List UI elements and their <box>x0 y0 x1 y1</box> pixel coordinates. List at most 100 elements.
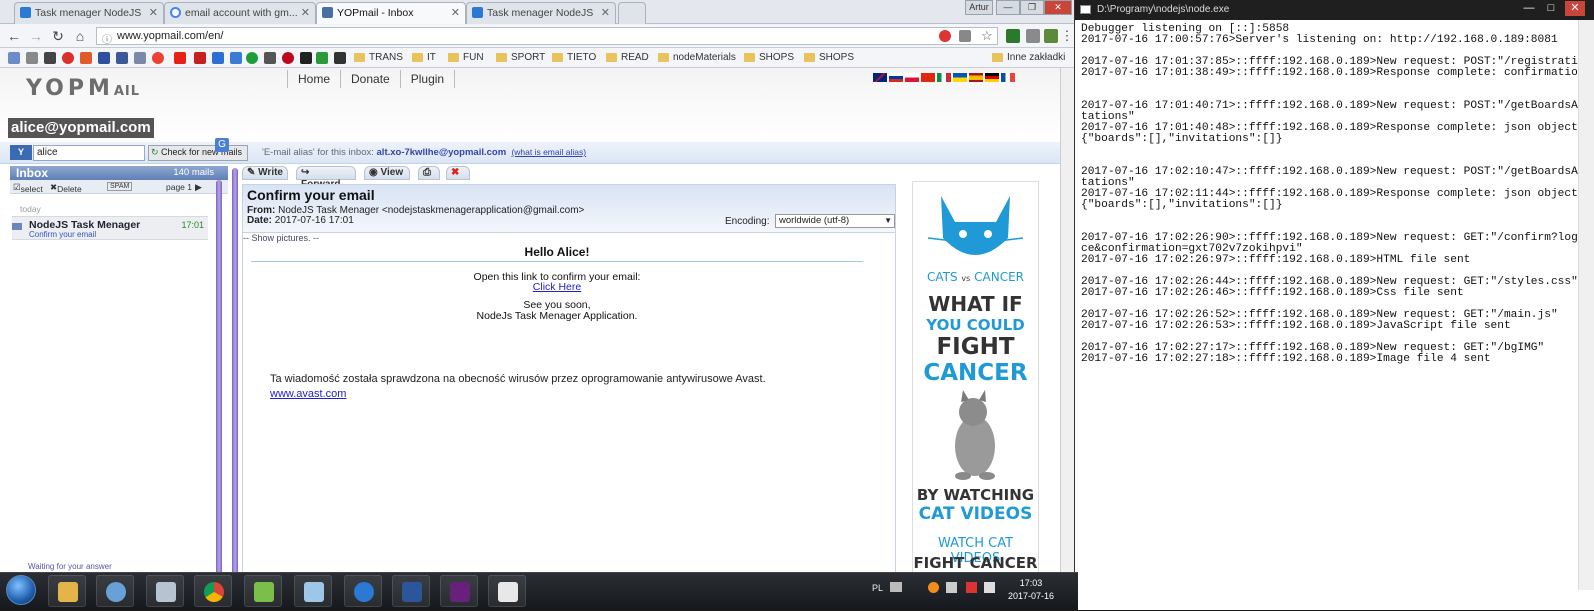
volume-icon[interactable] <box>984 582 995 593</box>
google-icon[interactable] <box>152 52 164 64</box>
youtube-icon[interactable] <box>174 52 186 64</box>
extension-icon[interactable] <box>1044 29 1058 43</box>
flag-de-icon[interactable] <box>985 73 999 82</box>
minimize-button[interactable]: — <box>996 0 1020 15</box>
alias-help-link[interactable]: (what is email alias) <box>511 147 586 157</box>
translate-icon[interactable] <box>959 30 971 42</box>
extension-icon[interactable] <box>1026 29 1040 43</box>
tab-yopmail-inbox[interactable]: YOPmail - Inbox ✕ <box>316 2 466 24</box>
avast-link[interactable]: www.avast.com <box>270 388 346 400</box>
menu-icon[interactable]: ⋮ <box>1060 29 1074 43</box>
flag-fr-icon[interactable] <box>1001 73 1015 82</box>
nav-home[interactable]: Home <box>288 70 342 88</box>
bookmark-folder-fun[interactable]: FUN <box>448 51 484 65</box>
window-close-button[interactable]: ✕ <box>1044 0 1072 15</box>
flag-it-icon[interactable] <box>937 73 951 82</box>
bookmark-folder-trans[interactable]: TRANS <box>354 51 403 65</box>
bookmark-icon[interactable] <box>44 52 56 64</box>
address-bar[interactable]: ⓘ www.yopmail.com/en/ ☆ <box>96 27 998 46</box>
forward-button[interactable]: ↪ Forward <box>296 166 356 190</box>
pinterest-icon[interactable] <box>282 52 294 64</box>
console-scrollbar[interactable] <box>1578 20 1594 590</box>
bookmark-folder-read[interactable]: READ <box>606 51 649 65</box>
flag-es-icon[interactable] <box>969 73 983 82</box>
back-arrow-icon[interactable]: ← <box>6 28 22 44</box>
window-close-button[interactable]: ✕ <box>1565 1 1585 16</box>
bookmark-folder-tieto[interactable]: TIETO <box>552 51 596 65</box>
ad-banner[interactable]: CATS vs CANCER WHAT IF YOU COULD FIGHT C… <box>912 181 1039 580</box>
bookmark-folder-it[interactable]: IT <box>412 51 436 65</box>
tab-task-menager-1[interactable]: Task menager NodeJS ✕ <box>14 2 164 24</box>
nav-donate[interactable]: Donate <box>341 70 401 88</box>
taskbar-chrome[interactable] <box>194 575 232 607</box>
block-icon[interactable] <box>939 30 951 42</box>
inbox-scrollbar[interactable] <box>216 180 222 578</box>
tray-icon[interactable] <box>946 582 957 593</box>
forward-arrow-icon[interactable]: → <box>28 28 44 44</box>
translate-icon[interactable]: G <box>215 138 229 152</box>
flag-en-icon[interactable] <box>873 73 887 82</box>
taskbar-word[interactable] <box>392 575 430 607</box>
language-indicator[interactable]: PL <box>872 583 883 593</box>
keyboard-icon[interactable] <box>890 582 902 592</box>
taskbar-notepad[interactable] <box>244 575 282 607</box>
bookmark-icon[interactable] <box>62 52 74 64</box>
confirm-link[interactable]: Click Here <box>533 281 581 293</box>
bookmark-icon[interactable] <box>316 52 328 64</box>
next-page-icon[interactable]: ▶ <box>195 182 202 193</box>
new-tab-button[interactable] <box>618 2 646 24</box>
bookmark-folder-sport[interactable]: SPORT <box>496 51 545 65</box>
gmail-icon[interactable] <box>194 52 206 64</box>
taskbar-app[interactable] <box>294 575 332 607</box>
extension-icon[interactable] <box>1006 29 1020 43</box>
select-button[interactable]: ☑ select <box>13 182 43 194</box>
apps-icon[interactable] <box>8 52 20 64</box>
flag-ru-icon[interactable] <box>889 73 903 82</box>
taskbar-console[interactable] <box>488 575 526 607</box>
nav-plugin[interactable]: Plugin <box>401 70 456 88</box>
bookmark-icon[interactable] <box>134 52 146 64</box>
close-icon[interactable]: ✕ <box>301 6 310 19</box>
profile-button[interactable]: Artur <box>965 0 993 15</box>
show-pictures-link[interactable]: -- Show pictures. -- <box>243 233 319 243</box>
start-button[interactable] <box>6 575 36 605</box>
bookmark-icon[interactable] <box>212 52 224 64</box>
maximize-button[interactable]: ❐ <box>1020 0 1044 15</box>
bookmark-icon[interactable] <box>264 52 276 64</box>
login-input[interactable]: alice <box>33 145 145 161</box>
flag-cn-icon[interactable] <box>921 73 935 82</box>
bookmark-folder-nodematerials[interactable]: nodeMaterials <box>658 51 736 65</box>
yopmail-logo[interactable]: YOPMAIL <box>26 76 140 101</box>
bookmark-folder-shops-2[interactable]: SHOPS <box>804 51 854 65</box>
flag-ua-icon[interactable] <box>953 73 967 82</box>
print-icon[interactable]: ⎙ <box>418 166 440 180</box>
mail-list-item[interactable]: NodeJS Task Menager Confirm your email 1… <box>12 216 208 240</box>
taskbar-calculator[interactable] <box>146 575 184 607</box>
page-scrollbar[interactable] <box>1060 68 1074 580</box>
bookmark-star-icon[interactable]: ☆ <box>981 28 993 44</box>
view-button[interactable]: ◉ View <box>364 166 410 180</box>
bookmark-icon[interactable] <box>80 52 92 64</box>
bookmark-icon[interactable] <box>246 52 258 64</box>
bookmark-icon[interactable] <box>300 52 312 64</box>
other-bookmarks[interactable]: Inne zakładki <box>992 51 1065 65</box>
close-icon[interactable]: ✕ <box>451 6 460 19</box>
spam-button[interactable]: SPAM <box>107 182 133 191</box>
home-icon[interactable]: ⌂ <box>72 28 88 44</box>
clock[interactable]: 17:03 2017-07-16 <box>1008 577 1054 603</box>
minimize-button[interactable]: — <box>1519 1 1539 16</box>
delete-icon[interactable]: ✖ <box>446 166 470 180</box>
network-icon[interactable] <box>966 582 977 593</box>
bookmark-icon[interactable] <box>230 52 242 64</box>
close-icon[interactable]: ✕ <box>149 6 158 19</box>
check-mail-button[interactable]: ↻ Check for new mails <box>148 145 248 161</box>
page-info-icon[interactable]: ⓘ <box>102 31 112 46</box>
bookmark-icon[interactable] <box>26 52 38 64</box>
close-icon[interactable]: ✕ <box>601 6 610 19</box>
delete-button[interactable]: ✖ Delete <box>50 182 82 194</box>
taskbar-ie[interactable] <box>344 575 382 607</box>
flag-pl-icon[interactable] <box>905 73 919 82</box>
bookmark-icon[interactable] <box>334 52 346 64</box>
encoding-select[interactable]: worldwide (utf-8) ▼ <box>775 214 895 228</box>
pane-splitter[interactable] <box>232 168 238 578</box>
